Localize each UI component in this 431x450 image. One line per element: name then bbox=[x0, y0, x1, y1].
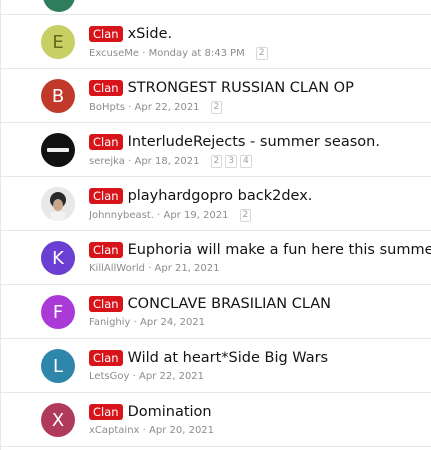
avatar[interactable]: F bbox=[41, 295, 75, 329]
meta-separator: · bbox=[129, 371, 140, 382]
thread-start-date[interactable]: Monday at 8:43 PM bbox=[149, 48, 245, 59]
page-link[interactable]: 2 bbox=[239, 209, 252, 222]
thread-list: E Clan xSide. ExcuseMe · Monday at 8:43 PM 2… bbox=[0, 0, 431, 450]
thread-content: Clan Domination xCaptainx · Apr 20, 2021 bbox=[89, 402, 431, 436]
avatar[interactable] bbox=[41, 133, 75, 167]
thread-start-date[interactable]: Apr 18, 2021 bbox=[134, 156, 199, 167]
thread-meta: BoHpts · Apr 22, 2021 2 bbox=[89, 101, 431, 114]
thread-content: Clan STRONGEST RUSSIAN CLAN OP BoHpts · Ap… bbox=[89, 78, 431, 114]
meta-separator: · bbox=[153, 210, 164, 221]
thread-page-jump: 2 bbox=[237, 209, 252, 222]
meta-separator: · bbox=[139, 425, 150, 436]
clan-prefix-badge[interactable]: Clan bbox=[89, 242, 123, 258]
page-link[interactable]: 4 bbox=[239, 155, 252, 168]
thread-start-date[interactable]: Apr 19, 2021 bbox=[163, 210, 228, 221]
thread-title-link[interactable]: CONCLAVE BRASILIAN CLAN bbox=[128, 296, 331, 312]
thread-title-line: Clan Wild at heart*Side Big Wars bbox=[89, 348, 431, 368]
meta-separator: · bbox=[144, 263, 155, 274]
avatar[interactable]: K bbox=[41, 241, 75, 275]
page-link[interactable]: 2 bbox=[210, 155, 223, 168]
thread-author-link[interactable]: Johnnybeast. bbox=[89, 210, 154, 221]
avatar[interactable]: E bbox=[41, 25, 75, 59]
thread-list-top-partial bbox=[1, 0, 431, 15]
thread-title-line: Clan Domination bbox=[89, 402, 431, 422]
thread-start-date[interactable]: Apr 22, 2021 bbox=[135, 102, 200, 113]
thread-page-jump: 234 bbox=[208, 155, 252, 168]
thread-content: Clan Euphoria will make a fun here this s… bbox=[89, 240, 431, 274]
thread-row: X Clan Domination xCaptainx · Apr 20, 2021 bbox=[1, 393, 431, 447]
thread-meta: KillAllWorld · Apr 21, 2021 bbox=[89, 263, 431, 274]
thread-meta: Johnnybeast. · Apr 19, 2021 2 bbox=[89, 209, 431, 222]
thread-author-link[interactable]: BoHpts bbox=[89, 102, 125, 113]
thread-author-link[interactable]: ExcuseMe bbox=[89, 48, 139, 59]
avatar[interactable]: L bbox=[41, 349, 75, 383]
avatar[interactable]: X bbox=[41, 403, 75, 437]
thread-meta: ExcuseMe · Monday at 8:43 PM 2 bbox=[89, 47, 431, 60]
thread-title-line: Clan STRONGEST RUSSIAN CLAN OP bbox=[89, 78, 431, 98]
thread-row: L Clan Wild at heart*Side Big Wars LetsGoy … bbox=[1, 339, 431, 393]
thread-start-date[interactable]: Apr 22, 2021 bbox=[139, 371, 204, 382]
thread-row: F Clan CONCLAVE BRASILIAN CLAN Fanighiy · A… bbox=[1, 285, 431, 339]
avatar[interactable] bbox=[43, 0, 75, 12]
meta-separator: · bbox=[130, 317, 141, 328]
thread-meta: xCaptainx · Apr 20, 2021 bbox=[89, 425, 431, 436]
thread-title-line: Clan CONCLAVE BRASILIAN CLAN bbox=[89, 294, 431, 314]
clan-prefix-badge[interactable]: Clan bbox=[89, 296, 123, 312]
thread-content: Clan CONCLAVE BRASILIAN CLAN Fanighiy · Ap… bbox=[89, 294, 431, 328]
thread-title-line: Clan xSide. bbox=[89, 24, 431, 44]
page-link[interactable]: 2 bbox=[210, 101, 223, 114]
meta-separator: · bbox=[124, 102, 135, 113]
thread-title-link[interactable]: STRONGEST RUSSIAN CLAN OP bbox=[128, 80, 354, 96]
meta-separator: · bbox=[139, 48, 149, 59]
clan-prefix-badge[interactable]: Clan bbox=[89, 80, 123, 96]
clan-prefix-badge[interactable]: Clan bbox=[89, 134, 123, 150]
thread-author-link[interactable]: Fanighiy bbox=[89, 317, 130, 328]
clan-prefix-badge[interactable]: Clan bbox=[89, 404, 123, 420]
thread-author-link[interactable]: serejka bbox=[89, 156, 125, 167]
thread-row: Clan InterludeRejects - summer season. ser… bbox=[1, 123, 431, 177]
page-link[interactable]: 2 bbox=[255, 47, 268, 60]
clan-prefix-badge[interactable]: Clan bbox=[89, 26, 123, 42]
thread-row: K Clan Euphoria will make a fun here this … bbox=[1, 231, 431, 285]
thread-title-line: Clan InterludeRejects - summer season. bbox=[89, 132, 431, 152]
thread-content: Clan xSide. ExcuseMe · Monday at 8:43 PM 2 bbox=[89, 24, 431, 60]
clan-prefix-badge[interactable]: Clan bbox=[89, 188, 123, 204]
avatar[interactable] bbox=[41, 187, 75, 221]
avatar[interactable]: B bbox=[41, 79, 75, 113]
thread-title-link[interactable]: playhardgopro back2dex. bbox=[128, 188, 313, 204]
thread-content: Clan Wild at heart*Side Big Wars LetsGoy ·… bbox=[89, 348, 431, 382]
thread-title-link[interactable]: Euphoria will make a fun here this summe… bbox=[128, 242, 431, 258]
thread-start-date[interactable]: Apr 21, 2021 bbox=[155, 263, 220, 274]
thread-start-date[interactable]: Apr 24, 2021 bbox=[140, 317, 205, 328]
thread-start-date[interactable]: Apr 20, 2021 bbox=[149, 425, 214, 436]
thread-title-line: Clan playhardgopro back2dex. bbox=[89, 186, 431, 206]
thread-title-link[interactable]: Wild at heart*Side Big Wars bbox=[128, 350, 329, 366]
thread-content: Clan playhardgopro back2dex. Johnnybeast. … bbox=[89, 186, 431, 222]
thread-title-line: Clan Euphoria will make a fun here this s… bbox=[89, 240, 431, 260]
thread-title-link[interactable]: Domination bbox=[128, 404, 212, 420]
meta-separator: · bbox=[124, 156, 135, 167]
thread-row: Clan playhardgopro back2dex. Johnnybeast. … bbox=[1, 177, 431, 231]
page-link[interactable]: 3 bbox=[225, 155, 237, 168]
thread-author-link[interactable]: KillAllWorld bbox=[89, 263, 145, 274]
thread-meta: serejka · Apr 18, 2021 2 3 4 bbox=[89, 155, 431, 168]
thread-title-link[interactable]: xSide. bbox=[128, 26, 173, 42]
thread-page-jump: 2 bbox=[253, 47, 268, 60]
thread-meta: LetsGoy · Apr 22, 2021 bbox=[89, 371, 431, 382]
clan-prefix-badge[interactable]: Clan bbox=[89, 350, 123, 366]
thread-author-link[interactable]: LetsGoy bbox=[89, 371, 129, 382]
thread-meta: Fanighiy · Apr 24, 2021 bbox=[89, 317, 431, 328]
thread-row: E Clan xSide. ExcuseMe · Monday at 8:43 PM 2 bbox=[1, 15, 431, 69]
thread-page-jump: 2 bbox=[208, 101, 223, 114]
thread-author-link[interactable]: xCaptainx bbox=[89, 425, 139, 436]
thread-content: Clan InterludeRejects - summer season. ser… bbox=[89, 132, 431, 168]
thread-row: B Clan STRONGEST RUSSIAN CLAN OP BoHpts · A… bbox=[1, 69, 431, 123]
thread-title-link[interactable]: InterludeRejects - summer season. bbox=[128, 134, 380, 150]
